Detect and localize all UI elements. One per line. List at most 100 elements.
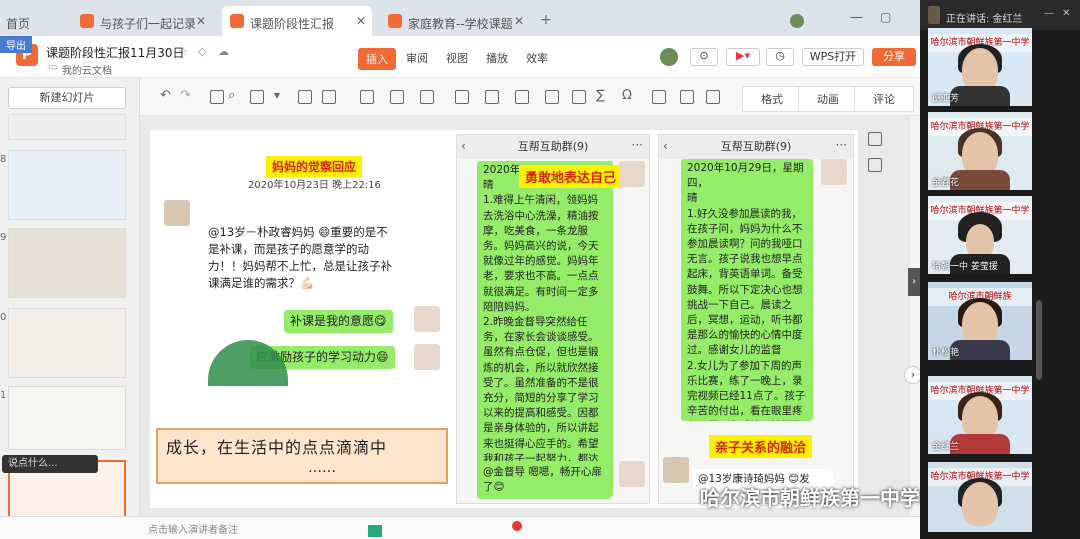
avatar: [414, 306, 440, 332]
tab-report[interactable]: 课题阶段性汇报 ✕: [222, 6, 372, 36]
close-icon[interactable]: ✕: [1062, 8, 1070, 19]
tab-animation[interactable]: 动画: [798, 86, 858, 112]
avatar[interactable]: [790, 14, 804, 28]
wps-doc-icon: [230, 14, 244, 28]
play-icon[interactable]: ▶▾: [726, 48, 760, 66]
video-icon[interactable]: [680, 90, 694, 104]
scrollbar[interactable]: [1036, 300, 1042, 380]
slide-thumbnail[interactable]: [8, 114, 126, 140]
avatar: [821, 159, 847, 185]
redo-icon[interactable]: ↷: [180, 88, 191, 103]
slide-thumbnail[interactable]: [8, 386, 126, 450]
user-avatar[interactable]: [660, 48, 678, 66]
tab-comment[interactable]: 评论: [854, 86, 914, 112]
back-icon: ‹: [461, 139, 466, 153]
layout-icon[interactable]: [868, 132, 882, 146]
avatar: [414, 344, 440, 370]
speaker-notes-input[interactable]: 点击输入演讲者备注: [148, 521, 238, 536]
more-icon[interactable]: [652, 90, 666, 104]
avatar: [619, 461, 645, 487]
participant-name: 班亚芳: [932, 94, 960, 104]
document-title[interactable]: 课题阶段性汇报11月30日: [46, 44, 185, 61]
video-tile[interactable]: 哈尔滨市朝鲜族第一中学校 班亚芳: [928, 28, 1032, 106]
chat3-header: 互帮互助群(9): [659, 135, 853, 159]
slide-thumbnail[interactable]: [8, 308, 126, 378]
chat-input[interactable]: 说点什么...: [2, 455, 98, 473]
slide-number: 0: [0, 312, 7, 323]
close-icon[interactable]: ✕: [356, 14, 366, 28]
minimize-icon[interactable]: —: [850, 10, 863, 25]
document-location[interactable]: 我的云文档: [62, 62, 112, 77]
tag-icon[interactable]: ◇: [198, 45, 206, 58]
menu-review[interactable]: 审阅: [406, 50, 428, 66]
video-tile[interactable]: 哈尔滨市朝鲜族 朴松艳: [928, 282, 1032, 360]
avatar: [164, 200, 190, 226]
wps-open-button[interactable]: WPS打开: [802, 48, 864, 66]
template-icon[interactable]: [868, 158, 882, 172]
clear-format-icon[interactable]: [250, 90, 264, 104]
cloud-icon[interactable]: ☁: [218, 45, 229, 58]
zoom-icon[interactable]: ⌕: [228, 88, 235, 103]
app-icon[interactable]: [368, 525, 382, 537]
formula-icon[interactable]: ∑: [596, 88, 605, 103]
tab-label: 首页: [6, 17, 31, 31]
format-painter-icon[interactable]: [210, 90, 224, 104]
menu-play[interactable]: 播放: [486, 50, 508, 66]
tab-format[interactable]: 格式: [742, 86, 802, 112]
person-face: [966, 224, 994, 258]
chat1-date: 2020年10月23日 晚上22:16: [248, 180, 381, 191]
wps-doc-icon: [388, 14, 402, 28]
video-tile[interactable]: 哈尔滨市朝鲜族第一中学校 金春花: [928, 112, 1032, 190]
link-icon[interactable]: [545, 90, 559, 104]
new-slide-button[interactable]: 新建幻灯片: [8, 87, 126, 109]
align-icon[interactable]: [298, 90, 312, 104]
participant-name: 金春花: [932, 178, 960, 188]
list-icon[interactable]: [322, 90, 336, 104]
folder-icon: ▭: [48, 62, 58, 73]
slide-thumbnail[interactable]: [8, 228, 126, 298]
image-icon[interactable]: [390, 90, 404, 104]
chat-screenshot-1: 妈妈的觉察回应 2020年10月23日 晚上22:16 @13岁－朴政睿妈妈 😄…: [158, 156, 448, 386]
video-tile[interactable]: 哈尔滨市朝鲜族第一中学校 金红兰: [928, 376, 1032, 454]
side-export-label[interactable]: 导出: [0, 36, 32, 53]
chart-icon[interactable]: [485, 90, 499, 104]
tab-record[interactable]: 与孩子们一起记录 ✕: [72, 6, 212, 36]
notes-bar: 点击输入演讲者备注: [0, 516, 920, 539]
menu-view[interactable]: 视图: [446, 50, 468, 66]
tab-label: 与孩子们一起记录: [100, 17, 197, 31]
wps-doc-icon: [80, 14, 94, 28]
share-button[interactable]: 分享: [872, 48, 916, 66]
tab-home[interactable]: 首页: [0, 6, 42, 36]
close-icon[interactable]: ✕: [196, 14, 206, 28]
chat3-title: 互帮互助群(9): [720, 140, 792, 153]
table-icon[interactable]: [455, 90, 469, 104]
person-face: [962, 482, 998, 526]
maximize-icon[interactable]: ▢: [880, 10, 891, 24]
slide[interactable]: 妈妈的觉察回应 2020年10月23日 晚上22:16 @13岁－朴政睿妈妈 😄…: [150, 130, 858, 508]
audio-icon[interactable]: [706, 90, 720, 104]
comment-icon[interactable]: [572, 90, 586, 104]
collab-icon[interactable]: ⊙: [690, 48, 718, 66]
chat2-text: 晴 1.难得上午清闲，领妈妈去洗浴中心洗澡，精油按摩，吃美食，一条龙服务。妈妈高…: [483, 179, 600, 495]
history-icon[interactable]: ◷: [766, 48, 794, 66]
undo-icon[interactable]: ↶: [160, 88, 171, 103]
more-icon: ···: [835, 138, 847, 152]
flowchart-icon[interactable]: [515, 90, 529, 104]
collapse-panel-icon[interactable]: ›: [908, 268, 920, 296]
video-tile[interactable]: 哈尔滨市朝鲜族第一中学校 哈朝一中 姜莹援: [928, 196, 1032, 274]
slide-thumbnail[interactable]: [8, 150, 126, 220]
minimize-icon[interactable]: —: [1044, 8, 1054, 19]
video-tile[interactable]: 哈尔滨市朝鲜族第一中学校: [928, 462, 1032, 532]
new-tab-icon[interactable]: +: [540, 12, 552, 28]
chat2-message: 2020年 晴 1.难得上午清闲，领妈妈去洗浴中心洗澡，精油按摩，吃美食，一条龙…: [477, 161, 613, 497]
shape-icon[interactable]: [360, 90, 374, 104]
font-dropdown-icon[interactable]: ▾: [274, 88, 280, 102]
chat-screenshot-2: 互帮互助群(9) ‹ ··· 2020年 晴 1.难得上午清闲，领妈妈去洗浴中心…: [456, 134, 650, 504]
menu-efficiency[interactable]: 效率: [526, 50, 548, 66]
menu-insert[interactable]: 插入: [358, 48, 396, 70]
tab-family-edu[interactable]: 家庭教育--学校课题 ✕: [380, 6, 530, 36]
symbol-icon[interactable]: Ω: [622, 88, 632, 103]
textbox-icon[interactable]: [420, 90, 434, 104]
star-icon[interactable]: ☆: [178, 45, 188, 58]
close-icon[interactable]: ✕: [514, 14, 524, 28]
